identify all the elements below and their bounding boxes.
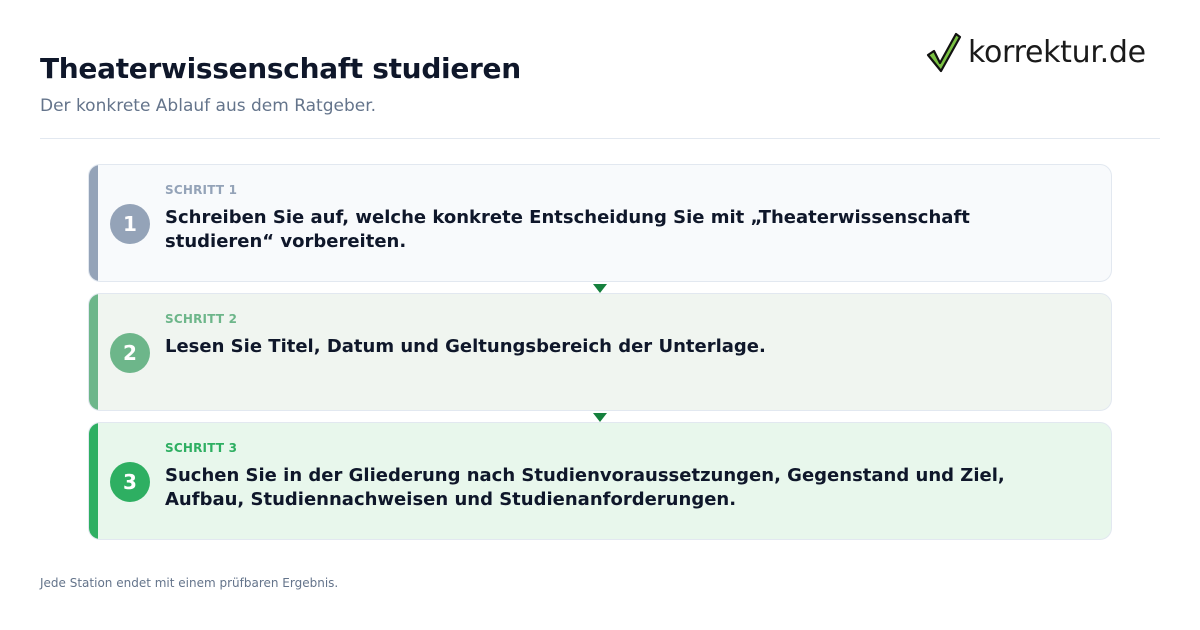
step-label: SCHRITT 3 — [165, 441, 238, 455]
page-title: Theaterwissenschaft studieren — [40, 52, 521, 85]
checkmark-icon — [926, 32, 962, 73]
step-connector-arrow — [593, 413, 607, 422]
page-header: Theaterwissenschaft studieren — [40, 52, 521, 85]
step-text: Suchen Sie in der Gliederung nach Studie… — [165, 465, 1005, 510]
step-text: Schreiben Sie auf, welche konkrete Entsc… — [165, 207, 970, 252]
step-label: SCHRITT 1 — [165, 183, 238, 197]
step-card-3: 3 SCHRITT 3 Suchen Sie in der Gliederung… — [88, 422, 1112, 540]
step-label: SCHRITT 2 — [165, 312, 238, 326]
step-number-badge: 1 — [110, 204, 150, 244]
step-connector-arrow — [593, 284, 607, 293]
step-card-2: 2 SCHRITT 2 Lesen Sie Titel, Datum und G… — [88, 293, 1112, 411]
step-number-badge: 3 — [110, 462, 150, 502]
footer-note: Jede Station endet mit einem prüfbaren E… — [40, 576, 339, 590]
step-text: Lesen Sie Titel, Datum und Geltungsberei… — [165, 336, 766, 357]
step-card-1: 1 SCHRITT 1 Schreiben Sie auf, welche ko… — [88, 164, 1112, 282]
page-subtitle: Der konkrete Ablauf aus dem Ratgeber. — [40, 96, 377, 116]
logo-text: korrektur.de — [968, 34, 1146, 70]
step-accent-bar — [89, 165, 98, 281]
step-number-badge: 2 — [110, 333, 150, 373]
step-accent-bar — [89, 294, 98, 410]
header-divider — [40, 138, 1160, 139]
step-accent-bar — [89, 423, 98, 539]
korrektur-logo[interactable]: korrektur.de — [926, 30, 1146, 74]
